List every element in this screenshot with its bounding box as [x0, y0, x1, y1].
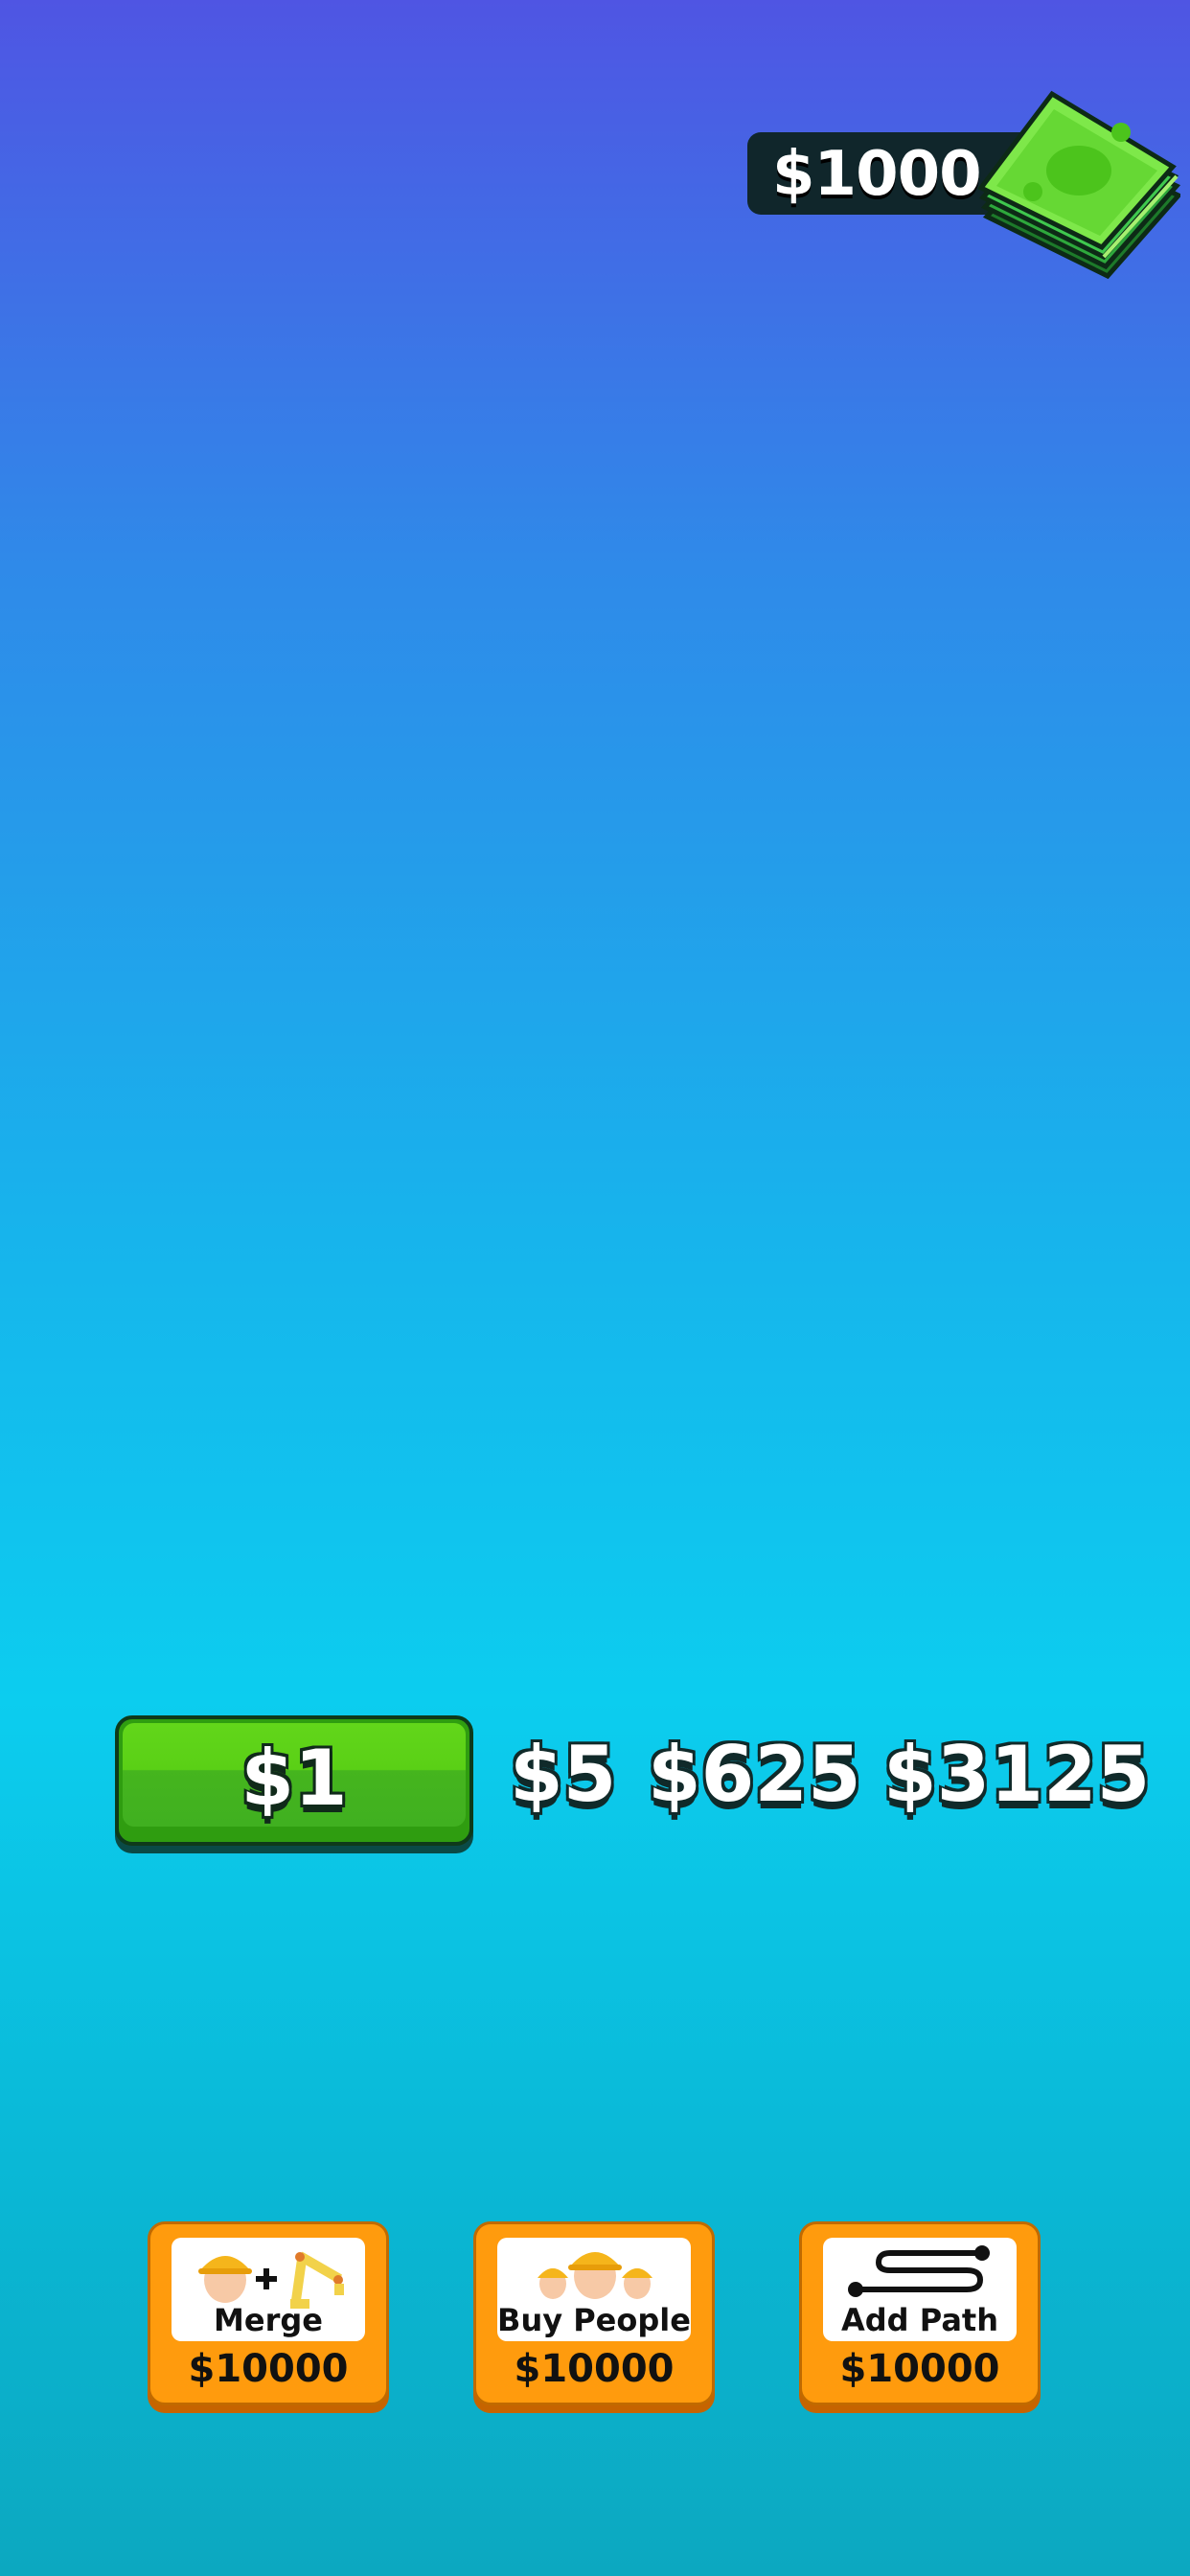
- buy-people-label: Buy People: [497, 2302, 691, 2338]
- cash-stack-icon: [977, 90, 1180, 280]
- current-value-button[interactable]: $1: [115, 1715, 473, 1846]
- value-row: $1 $5 $625 $3125: [0, 1715, 1190, 1859]
- tier-value-2: $625: [648, 1730, 861, 1819]
- buy-people-button[interactable]: Buy People $10000: [473, 2221, 715, 2405]
- merge-card: Merge: [172, 2238, 365, 2341]
- add-path-card: Add Path: [823, 2238, 1017, 2341]
- tier-value-1: $5: [510, 1730, 617, 1819]
- money-value: $1000: [772, 139, 982, 210]
- buy-people-price: $10000: [514, 2347, 675, 2391]
- money-display: $1000: [747, 88, 1180, 280]
- merge-label: Merge: [214, 2302, 323, 2338]
- current-value-label: $1: [240, 1734, 348, 1823]
- add-path-button[interactable]: Add Path $10000: [799, 2221, 1041, 2405]
- merge-button[interactable]: Merge $10000: [148, 2221, 389, 2405]
- buy-people-card: Buy People: [497, 2238, 691, 2341]
- merge-price: $10000: [188, 2347, 349, 2391]
- add-path-price: $10000: [839, 2347, 1000, 2391]
- add-path-label: Add Path: [841, 2302, 998, 2338]
- tier-value-3: $3125: [883, 1730, 1151, 1819]
